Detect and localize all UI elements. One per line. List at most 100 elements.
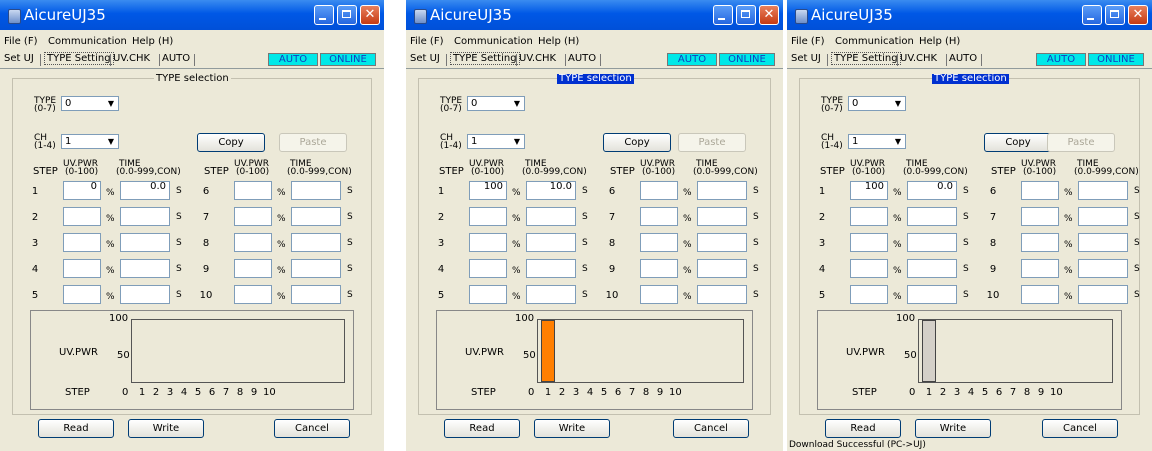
close-icon[interactable]: ✕: [759, 5, 779, 25]
uv-power-input[interactable]: [640, 259, 678, 278]
time-input[interactable]: [697, 207, 747, 226]
write-button[interactable]: Write: [915, 419, 991, 438]
chevron-down-icon[interactable]: ▼: [105, 98, 117, 109]
ch-select[interactable]: 1 ▼: [61, 134, 119, 149]
uv-power-input[interactable]: [469, 285, 507, 304]
uv-power-input[interactable]: [469, 207, 507, 226]
uv-power-input[interactable]: [1021, 233, 1059, 252]
time-input[interactable]: [291, 259, 341, 278]
type-select[interactable]: 0 ▼: [848, 96, 906, 111]
uv-power-input[interactable]: [1021, 259, 1059, 278]
uv-power-input[interactable]: [640, 285, 678, 304]
tab-type-setting[interactable]: TYPE Setting: [831, 52, 901, 65]
time-input[interactable]: [697, 285, 747, 304]
time-input[interactable]: [526, 285, 576, 304]
time-input[interactable]: [291, 207, 341, 226]
read-button[interactable]: Read: [444, 419, 520, 438]
tab-auto[interactable]: AUTO: [949, 53, 977, 64]
maximize-icon[interactable]: [1105, 5, 1125, 25]
time-input[interactable]: [1078, 233, 1128, 252]
time-input[interactable]: 0.0: [907, 181, 957, 200]
ch-select[interactable]: 1 ▼: [467, 134, 525, 149]
time-input[interactable]: [697, 259, 747, 278]
tab-auto[interactable]: AUTO: [162, 53, 190, 64]
time-input[interactable]: [120, 259, 170, 278]
uv-power-input[interactable]: [1021, 181, 1059, 200]
time-input[interactable]: [526, 259, 576, 278]
uv-power-input[interactable]: [850, 259, 888, 278]
time-input[interactable]: [697, 181, 747, 200]
menu-item[interactable]: Communication: [454, 36, 533, 47]
chevron-down-icon[interactable]: ▼: [892, 136, 904, 147]
time-input[interactable]: 10.0: [526, 181, 576, 200]
uv-power-input[interactable]: [234, 233, 272, 252]
uv-power-input[interactable]: [234, 259, 272, 278]
uv-power-input[interactable]: [469, 259, 507, 278]
uv-power-input[interactable]: [469, 233, 507, 252]
uv-power-input[interactable]: [1021, 285, 1059, 304]
type-select[interactable]: 0 ▼: [61, 96, 119, 111]
time-input[interactable]: [1078, 181, 1128, 200]
tab-set-uj[interactable]: Set UJ: [4, 53, 34, 64]
time-input[interactable]: [120, 207, 170, 226]
menu-item[interactable]: Help (H): [919, 36, 960, 47]
uv-power-input[interactable]: [63, 207, 101, 226]
uv-power-input[interactable]: [63, 259, 101, 278]
uv-power-input[interactable]: 0: [63, 181, 101, 200]
tab-uv-chk[interactable]: UV.CHK: [113, 53, 150, 64]
close-icon[interactable]: ✕: [1128, 5, 1148, 25]
minimize-icon[interactable]: [713, 5, 733, 25]
cancel-button[interactable]: Cancel: [274, 419, 350, 438]
copy-button[interactable]: Copy: [197, 133, 265, 152]
time-input[interactable]: [1078, 207, 1128, 226]
cancel-button[interactable]: Cancel: [673, 419, 749, 438]
tab-type-setting[interactable]: TYPE Setting: [44, 52, 114, 65]
menu-item[interactable]: Communication: [48, 36, 127, 47]
menu-item[interactable]: File (F): [791, 36, 824, 47]
menu-item[interactable]: File (F): [4, 36, 37, 47]
time-input[interactable]: [291, 233, 341, 252]
uv-power-input[interactable]: [640, 233, 678, 252]
uv-power-input[interactable]: 100: [850, 181, 888, 200]
menu-item[interactable]: Help (H): [538, 36, 579, 47]
chevron-down-icon[interactable]: ▼: [105, 136, 117, 147]
copy-button[interactable]: Copy: [984, 133, 1052, 152]
time-input[interactable]: [291, 181, 341, 200]
time-input[interactable]: [526, 233, 576, 252]
uv-power-input[interactable]: [234, 181, 272, 200]
copy-button[interactable]: Copy: [603, 133, 671, 152]
uv-power-input[interactable]: [640, 181, 678, 200]
type-select[interactable]: 0 ▼: [467, 96, 525, 111]
time-input[interactable]: [120, 285, 170, 304]
tab-set-uj[interactable]: Set UJ: [791, 53, 821, 64]
time-input[interactable]: [907, 207, 957, 226]
time-input[interactable]: [907, 233, 957, 252]
uv-power-input[interactable]: [63, 285, 101, 304]
minimize-icon[interactable]: [314, 5, 334, 25]
maximize-icon[interactable]: [337, 5, 357, 25]
cancel-button[interactable]: Cancel: [1042, 419, 1118, 438]
uv-power-input[interactable]: [850, 207, 888, 226]
time-input[interactable]: [697, 233, 747, 252]
uv-power-input[interactable]: [63, 233, 101, 252]
menu-item[interactable]: File (F): [410, 36, 443, 47]
uv-power-input[interactable]: [850, 233, 888, 252]
close-icon[interactable]: ✕: [360, 5, 380, 25]
write-button[interactable]: Write: [534, 419, 610, 438]
tab-uv-chk[interactable]: UV.CHK: [519, 53, 556, 64]
time-input[interactable]: [291, 285, 341, 304]
maximize-icon[interactable]: [736, 5, 756, 25]
tab-set-uj[interactable]: Set UJ: [410, 53, 440, 64]
time-input[interactable]: 0.0: [120, 181, 170, 200]
uv-power-input[interactable]: [1021, 207, 1059, 226]
time-input[interactable]: [120, 233, 170, 252]
menu-item[interactable]: Help (H): [132, 36, 173, 47]
minimize-icon[interactable]: [1082, 5, 1102, 25]
chevron-down-icon[interactable]: ▼: [892, 98, 904, 109]
uv-power-input[interactable]: [640, 207, 678, 226]
tab-uv-chk[interactable]: UV.CHK: [900, 53, 937, 64]
uv-power-input[interactable]: 100: [469, 181, 507, 200]
menu-item[interactable]: Communication: [835, 36, 914, 47]
chevron-down-icon[interactable]: ▼: [511, 98, 523, 109]
time-input[interactable]: [907, 285, 957, 304]
